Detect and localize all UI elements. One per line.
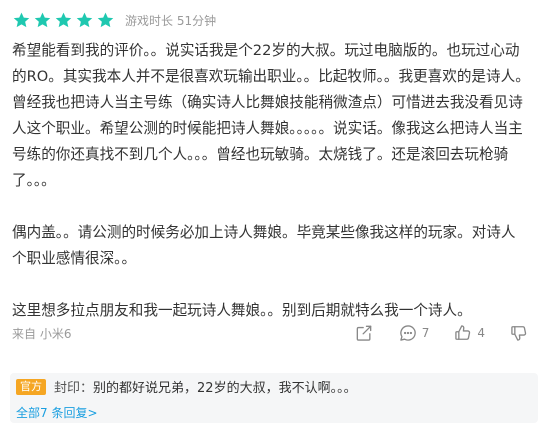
- star-icon: [13, 12, 30, 27]
- official-tag: 官方: [16, 378, 46, 395]
- like-button[interactable]: 4: [453, 323, 485, 343]
- star-icon: [97, 12, 114, 27]
- review-header: 游戏时长 51分钟: [12, 8, 216, 32]
- share-button[interactable]: [354, 323, 374, 343]
- review-paragraph: 这里想多拉点朋友和我一起玩诗人舞娘。。别到后期就特么我一个诗人。: [12, 302, 472, 319]
- chevron-right-icon: >: [87, 406, 98, 420]
- reply-separator: ：: [80, 381, 94, 396]
- review-paragraph: 偶内盖。。请公测的时候务必加上诗人舞娘。毕竟某些像我这样的玩家。对诗人个职业感情…: [12, 224, 516, 267]
- star-icon: [76, 12, 93, 27]
- comment-count: 7: [421, 326, 430, 340]
- all-replies-link[interactable]: 全部7 条回复>: [16, 404, 98, 421]
- dislike-button[interactable]: [509, 323, 529, 343]
- star-icon: [55, 12, 72, 27]
- playtime-label: 游戏时长 51分钟: [125, 13, 217, 28]
- review-body: 希望能看到我的评价。。说实话我是个22岁的大叔。玩过电脑版的。也玩过心动的RO。…: [12, 38, 530, 324]
- thumbs-down-icon: [511, 326, 527, 341]
- all-replies-label: 全部7 条回复: [16, 406, 88, 420]
- official-reply: 官方 封印 ： 别的都好说兄弟，22岁的大叔，我不认啊。。。: [16, 377, 357, 396]
- like-count: 4: [477, 326, 485, 340]
- reply-preview: 官方 封印 ： 别的都好说兄弟，22岁的大叔，我不认啊。。。 全部7 条回复>: [10, 373, 538, 423]
- device-source: 来自 小米6: [12, 327, 72, 341]
- share-icon: [356, 325, 372, 341]
- comment-icon: [399, 325, 416, 341]
- review-actions: 7 4: [330, 323, 529, 343]
- review-paragraph: 希望能看到我的评价。。说实话我是个22岁的大叔。玩过电脑版的。也玩过心动的RO。…: [12, 42, 530, 189]
- reply-author[interactable]: 封印: [54, 377, 80, 396]
- star-icon: [34, 12, 51, 27]
- thumbs-up-icon: [455, 325, 471, 340]
- reply-text: 别的都好说兄弟，22岁的大叔，我不认啊。。。: [93, 381, 357, 396]
- star-rating: [12, 11, 115, 30]
- comment-button[interactable]: 7: [398, 323, 430, 343]
